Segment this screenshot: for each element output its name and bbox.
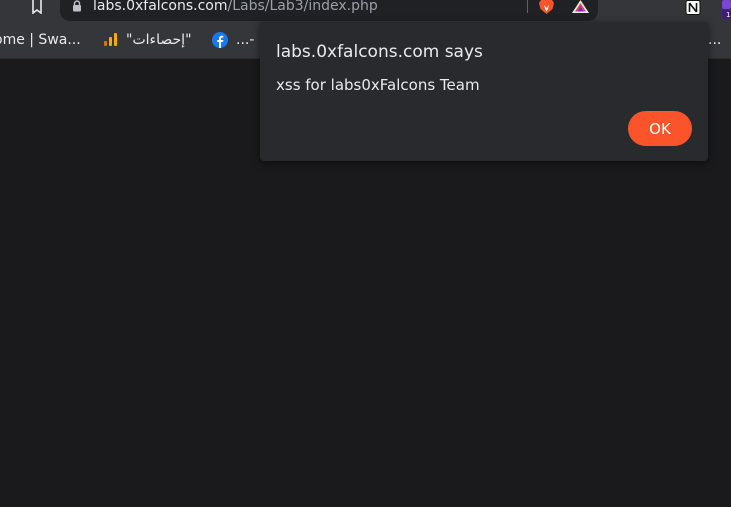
browser-toolbar: labs.0xfalcons.com/Labs/Lab3/index.php 1 [0,0,731,21]
bookmark-icon[interactable] [30,0,44,14]
omnibox-divider [527,0,528,13]
facebook-icon [212,32,228,48]
brave-rewards-icon[interactable] [571,0,590,14]
dialog-message: xss for labs0xFalcons Team [276,76,480,94]
bookmarks-overflow[interactable]: ... [708,31,721,49]
extension-badge: 1 [726,11,730,19]
ok-button[interactable]: OK [628,111,692,146]
url-text[interactable]: labs.0xfalcons.com/Labs/Lab3/index.php [93,0,378,14]
address-bar[interactable]: labs.0xfalcons.com/Labs/Lab3/index.php [60,0,598,21]
extension-icon[interactable]: 1 [716,0,731,20]
url-path: /Labs/Lab3/index.php [227,0,378,14]
bookmark-item-swag[interactable]: ome | Swa... [0,31,81,49]
url-host: labs.0xfalcons.com [93,0,228,14]
dialog-title: labs.0xfalcons.com says [276,42,483,62]
lock-icon[interactable] [72,0,82,12]
bookmark-item-facebook[interactable]: ...- [236,31,254,49]
notion-icon[interactable] [685,0,701,15]
brave-shields-icon[interactable] [538,0,555,14]
alert-dialog: labs.0xfalcons.com says xss for labs0xFa… [260,22,708,161]
bookmark-item-analytics[interactable]: "إحصاءات" [126,31,192,49]
analytics-icon [104,33,117,46]
